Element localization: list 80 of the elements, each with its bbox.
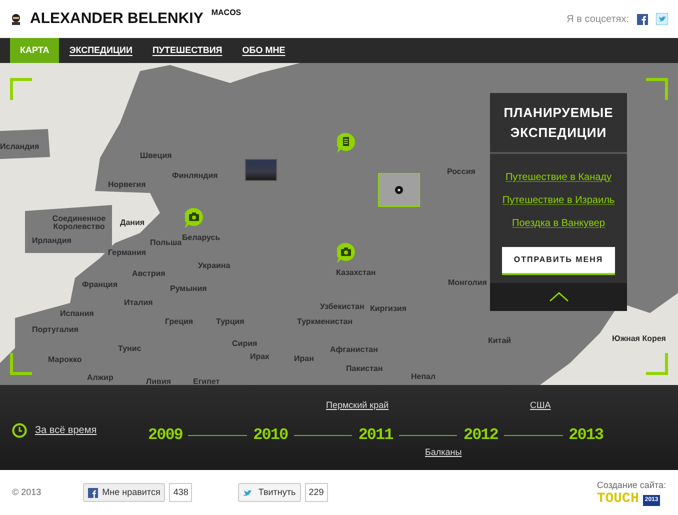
target-icon	[395, 186, 403, 194]
all-time-link[interactable]: За всё время	[35, 423, 97, 438]
map-label: Греция	[165, 318, 194, 326]
panel-title: ПЛАНИРУЕМЫЕ ЭКСПЕДИЦИИ	[490, 93, 627, 154]
year-label[interactable]: 2012	[463, 423, 498, 447]
year-label[interactable]: 2009	[148, 423, 182, 447]
expedition-link[interactable]: Путешествие в Канаду	[505, 170, 612, 185]
map-label: Ирландия	[32, 237, 72, 245]
map-label: Афганистан	[330, 346, 378, 354]
map-label: Сирия	[232, 340, 258, 348]
event-link[interactable]: США	[530, 399, 551, 412]
nav-tab[interactable]: ОБО МНЕ	[232, 38, 296, 63]
camera-marker-icon[interactable]	[185, 208, 203, 228]
map-label: Франция	[82, 281, 118, 289]
expedition-link[interactable]: Путешествие в Израиль	[502, 193, 615, 208]
map-label: Алжир	[87, 374, 114, 382]
camera-marker-icon[interactable]	[337, 243, 355, 263]
map-label: Турция	[216, 318, 244, 326]
year-label[interactable]: 2013	[568, 423, 604, 447]
tweet-button[interactable]: Твитнуть	[238, 482, 301, 502]
map-label: Китай	[488, 337, 512, 345]
map-label: Беларусь	[182, 234, 220, 242]
event-link[interactable]: Балканы	[425, 446, 462, 460]
avatar-icon	[10, 13, 22, 25]
site-logo[interactable]: ALEXANDER BELENKIY	[30, 8, 204, 30]
map-label: Узбекистан	[320, 303, 364, 311]
expedition-link[interactable]: Поездка в Ванкувер	[512, 216, 605, 231]
facebook-icon[interactable]	[637, 14, 648, 24]
frame-corner	[10, 78, 32, 100]
map-label: Марокко	[48, 356, 82, 364]
map-label: Киргизия	[370, 305, 406, 313]
frame-corner	[646, 78, 668, 100]
map-label: Пакистан	[346, 365, 383, 373]
map-label: Норвегия	[108, 181, 146, 189]
tweet-count: 229	[304, 482, 328, 502]
map-label: Польша	[150, 239, 182, 247]
map-label: Казахстан	[336, 269, 376, 277]
map-label: Ирак	[250, 353, 270, 361]
frame-corner	[10, 353, 32, 375]
map-label: Тунис	[118, 345, 142, 353]
map-label: Иран	[294, 355, 314, 363]
notebook-marker-icon[interactable]	[337, 133, 355, 153]
map-label: Непал	[411, 373, 436, 381]
nav-tab[interactable]: ЭКСПЕДИЦИИ	[59, 38, 142, 63]
map-label: Южная Корея	[612, 335, 666, 343]
map-label: Италия	[124, 299, 153, 307]
bird-icon	[243, 488, 254, 497]
map-label: Испания	[60, 310, 94, 318]
like-count: 438	[169, 482, 192, 502]
photo-thumbnail[interactable]	[245, 159, 277, 181]
map-label: Германия	[108, 249, 146, 257]
logo-superscript: MACOS	[211, 7, 242, 19]
event-link[interactable]: Пермский край	[326, 399, 389, 412]
map-label: Украина	[198, 262, 230, 270]
clock-icon	[12, 423, 27, 438]
map-label: Румыния	[170, 285, 207, 293]
selection-frame[interactable]	[378, 173, 420, 207]
social-label: Я в соцсетях:	[566, 12, 629, 26]
year-label[interactable]: 2010	[253, 423, 288, 447]
send-me-button[interactable]: ОТПРАВИТЬ МЕНЯ	[502, 247, 616, 275]
nav-tab[interactable]: ПУТЕШЕСТВИЯ	[142, 38, 232, 63]
map-label: Ливия	[146, 378, 172, 385]
map-label: Финляндия	[172, 172, 218, 180]
map-label: Египет	[193, 378, 220, 385]
map-label: Монголия	[448, 279, 487, 287]
map-label: Исландия	[0, 143, 40, 151]
facebook-icon	[88, 488, 98, 498]
map-label: Швеция	[140, 152, 172, 160]
map-label: Португалия	[32, 326, 78, 334]
copyright: © 2013	[12, 486, 42, 499]
map-label: Дания	[120, 219, 145, 227]
like-button[interactable]: Мне нравится	[83, 482, 166, 502]
map-label: Россия	[447, 168, 476, 176]
map-label: Австрия	[132, 270, 166, 278]
year-label[interactable]: 2011	[358, 423, 393, 447]
map-label: Туркменистан	[297, 318, 353, 326]
frame-corner	[646, 353, 668, 375]
chevron-up-icon[interactable]	[548, 292, 568, 302]
map-label: Соединенное Королевство	[51, 215, 107, 231]
credit-label: Создание сайта:	[596, 478, 666, 492]
